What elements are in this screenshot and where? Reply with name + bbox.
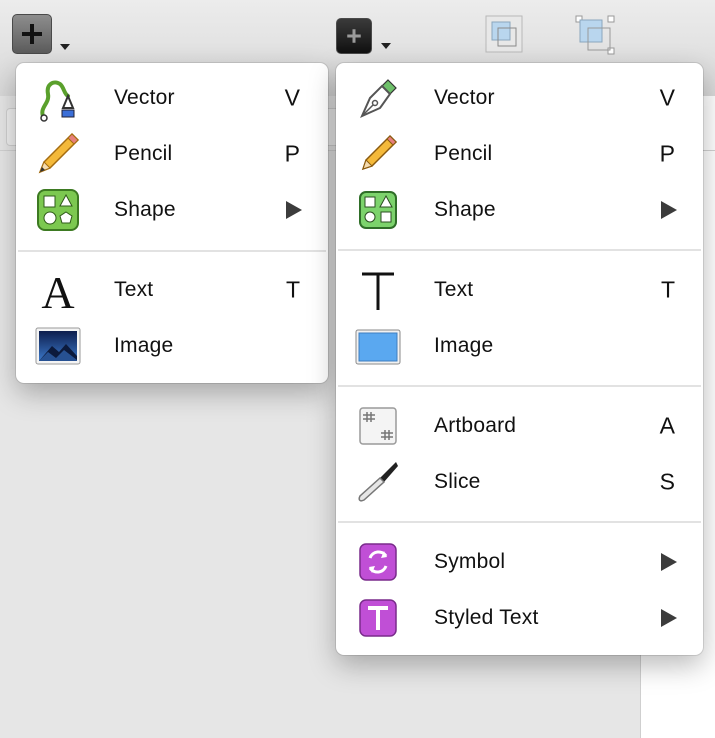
menu-item-slice[interactable]: Slice S <box>336 454 703 510</box>
menu-item-styled-text[interactable]: Styled Text <box>336 590 703 646</box>
plus-icon <box>22 24 42 44</box>
shape-icon <box>37 189 79 231</box>
submenu-arrow-icon <box>661 553 677 571</box>
slice-knife-icon <box>358 462 398 502</box>
dropdown-caret-icon[interactable] <box>381 43 391 49</box>
symbol-icon <box>359 543 397 581</box>
text-icon <box>362 272 394 310</box>
menu-item-vector[interactable]: Vector V <box>16 70 328 126</box>
menu-separator <box>18 250 326 252</box>
insert-menu-new: Vector V Pencil P Shape Text T Image Art… <box>336 63 703 655</box>
shortcut-key: S <box>659 468 675 495</box>
pencil-icon <box>361 134 398 171</box>
plus-icon <box>347 29 361 43</box>
menu-item-pencil[interactable]: Pencil P <box>16 126 328 182</box>
shortcut-key: T <box>660 276 675 303</box>
menu-item-image[interactable]: Image <box>16 318 328 374</box>
menu-item-shape[interactable]: Shape <box>336 182 703 238</box>
text-icon: A <box>41 267 74 314</box>
submenu-arrow-icon <box>661 201 677 219</box>
shortcut-key: V <box>659 84 675 111</box>
styled-text-icon <box>359 599 397 637</box>
menu-item-vector[interactable]: Vector V <box>336 70 703 126</box>
shortcut-key: P <box>284 140 300 167</box>
menu-item-label: Slice <box>434 470 481 493</box>
menu-item-label: Shape <box>434 198 496 221</box>
menu-item-pencil[interactable]: Pencil P <box>336 126 703 182</box>
submenu-arrow-icon <box>286 201 302 219</box>
menu-item-label: Text <box>434 278 474 301</box>
menu-item-label: Image <box>114 334 174 357</box>
menu-separator <box>338 249 701 251</box>
menu-item-label: Vector <box>434 86 495 109</box>
menu-item-shape[interactable]: Shape <box>16 182 328 238</box>
submenu-arrow-icon <box>661 609 677 627</box>
menu-item-label: Artboard <box>434 414 517 437</box>
menu-item-label: Symbol <box>434 550 506 573</box>
group-icon[interactable] <box>484 14 526 56</box>
menu-item-text[interactable]: A Text T <box>16 262 328 318</box>
menu-item-symbol[interactable]: Symbol <box>336 534 703 590</box>
menu-item-label: Styled Text <box>434 606 539 629</box>
menu-item-label: Pencil <box>114 142 173 165</box>
menu-item-artboard[interactable]: Artboard A <box>336 398 703 454</box>
vector-pen-icon <box>40 80 75 122</box>
pencil-icon <box>38 132 80 174</box>
shortcut-key: T <box>285 276 300 303</box>
shape-icon <box>359 191 397 229</box>
menu-item-text[interactable]: Text T <box>336 262 703 318</box>
menu-item-label: Pencil <box>434 142 493 165</box>
menu-item-label: Text <box>114 278 154 301</box>
pen-nib-icon <box>360 79 397 118</box>
ungroup-icon[interactable] <box>574 14 618 58</box>
svg-text:A: A <box>41 267 74 314</box>
menu-separator <box>338 521 701 523</box>
menu-item-label: Vector <box>114 86 175 109</box>
shortcut-key: V <box>284 84 300 111</box>
artboard-icon <box>359 407 397 445</box>
menu-item-label: Shape <box>114 198 176 221</box>
image-icon <box>355 329 401 365</box>
image-icon <box>35 327 81 365</box>
menu-item-image[interactable]: Image <box>336 318 703 374</box>
insert-menu-old: Vector V Pencil P Shape A Text T Image <box>16 63 328 383</box>
dropdown-caret-icon[interactable] <box>60 44 70 50</box>
menu-separator <box>338 385 701 387</box>
menu-item-label: Image <box>434 334 494 357</box>
insert-button-dark[interactable] <box>336 18 372 54</box>
insert-button[interactable] <box>12 14 52 54</box>
shortcut-key: P <box>659 140 675 167</box>
shortcut-key: A <box>659 412 675 439</box>
